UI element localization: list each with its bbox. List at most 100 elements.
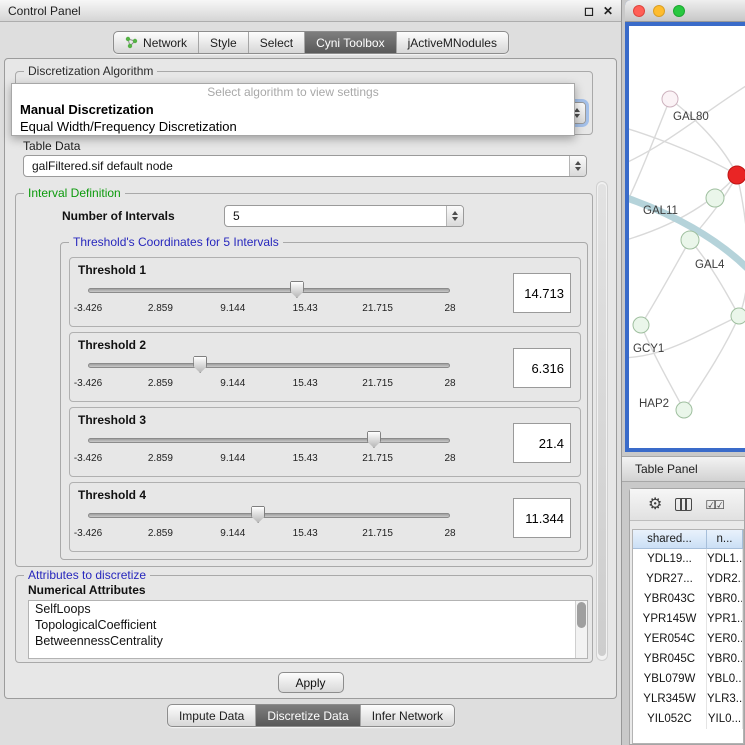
interval-definition-group: Interval Definition Number of Intervals … <box>15 193 593 567</box>
table-toolbar: ⚙ ☑☑ <box>630 489 744 521</box>
number-of-intervals-combobox[interactable]: 5 <box>224 205 464 227</box>
attributes-group-title: Attributes to discretize <box>24 568 150 582</box>
combo-arrows-icon <box>569 156 586 176</box>
node[interactable] <box>662 91 678 107</box>
table-row[interactable]: YBL079W YBL0... <box>633 669 743 689</box>
table-row[interactable]: YDL19... YDL1... <box>633 549 743 569</box>
list-item[interactable]: TopologicalCoefficient <box>29 617 587 633</box>
node[interactable] <box>676 402 692 418</box>
table-row[interactable]: YER054C YER0... <box>633 629 743 649</box>
list-item[interactable]: BetweennessCentrality <box>29 633 587 649</box>
control-panel-window: Control Panel ◻ ✕ Network Style Select <box>0 0 622 745</box>
network-icon <box>125 36 138 49</box>
threshold-2-box: Threshold 2 -3.426 2.859 9.144 15.43 21.… <box>69 332 581 402</box>
node[interactable] <box>706 189 724 207</box>
tab-jactivemodules[interactable]: jActiveMNodules <box>397 32 508 53</box>
tab-network-label: Network <box>143 36 187 50</box>
list-scrollbar[interactable] <box>575 601 587 658</box>
tab-style[interactable]: Style <box>199 32 249 53</box>
slider-thumb[interactable] <box>193 356 207 373</box>
algorithm-option-equal-width[interactable]: Equal Width/Frequency Discretization <box>12 118 574 135</box>
select-columns-icon[interactable]: ☑☑ <box>705 498 723 512</box>
panel-scrollbar[interactable] <box>596 181 608 661</box>
slider-track[interactable] <box>88 513 450 518</box>
tab-discretize-data[interactable]: Discretize Data <box>256 705 360 726</box>
network-window-titlebar <box>625 0 745 22</box>
gear-icon[interactable]: ⚙ <box>648 497 662 513</box>
tab-impute-data[interactable]: Impute Data <box>168 705 256 726</box>
slider-track[interactable] <box>88 363 450 368</box>
window-title: Control Panel <box>8 4 81 18</box>
close-traffic-light[interactable] <box>633 5 645 17</box>
node[interactable] <box>731 308 745 324</box>
close-window-icon[interactable]: ✕ <box>603 5 613 17</box>
table-header-row: shared... n... <box>633 530 743 549</box>
slider-tick-labels: -3.426 2.859 9.144 15.43 21.715 28 <box>88 528 450 541</box>
table-panel-window: ⚙ ☑☑ shared... n... YDL19... YDL1... YDR… <box>629 488 745 745</box>
tab-infer-network[interactable]: Infer Network <box>361 705 454 726</box>
cyni-toolbox-panel: Discretization Algorithm Select algorith… <box>4 58 617 699</box>
table-row[interactable]: YBR043C YBR0... <box>633 589 743 609</box>
slider-thumb[interactable] <box>251 506 265 523</box>
slider-thumb[interactable] <box>367 431 381 448</box>
threshold-1-slider[interactable] <box>88 282 450 298</box>
slider-tick-labels: -3.426 2.859 9.144 15.43 21.715 28 <box>88 378 450 391</box>
network-canvas[interactable]: GAL80 GAL11 GAL4 GCY1 HAP2 <box>629 26 745 448</box>
table-panel-title: Table Panel <box>635 462 698 476</box>
threshold-4-slider[interactable] <box>88 507 450 523</box>
thresholds-group: Threshold's Coordinates for 5 Intervals … <box>60 242 588 560</box>
minimize-traffic-light[interactable] <box>653 5 665 17</box>
cyni-bottom-tabs: Impute Data Discretize Data Infer Networ… <box>0 704 622 727</box>
node-attribute-table: shared... n... YDL19... YDL1... YDR27...… <box>632 529 744 744</box>
table-data-combobox[interactable]: galFiltered.sif default node <box>23 155 587 177</box>
tab-cyni-toolbox[interactable]: Cyni Toolbox <box>305 32 396 53</box>
table-panel-header: Table Panel <box>622 456 745 482</box>
node-label: HAP2 <box>639 398 669 410</box>
threshold-2-slider[interactable] <box>88 357 450 373</box>
table-row[interactable]: YLR345W YLR3... <box>633 689 743 709</box>
number-of-intervals-label: Number of Intervals <box>62 209 175 223</box>
list-item[interactable]: SelfLoops <box>29 601 587 617</box>
table-row[interactable]: YIL052C YIL0... <box>633 709 743 729</box>
columns-icon[interactable] <box>675 498 692 511</box>
control-panel-titlebar: Control Panel <box>0 0 621 22</box>
threshold-2-value-field[interactable]: 6.316 <box>513 348 571 388</box>
apply-button[interactable]: Apply <box>278 672 344 693</box>
panel-scrollbar-thumb[interactable] <box>598 184 606 656</box>
interval-definition-group-title: Interval Definition <box>24 186 125 200</box>
threshold-1-box: Threshold 1 -3.426 2.859 9.144 15.43 21.… <box>69 257 581 327</box>
threshold-3-box: Threshold 3 -3.426 2.859 9.144 15.43 21.… <box>69 407 581 477</box>
tab-select[interactable]: Select <box>249 32 305 53</box>
column-header[interactable]: n... <box>707 530 743 549</box>
slider-tick-labels: -3.426 2.859 9.144 15.43 21.715 28 <box>88 453 450 466</box>
numerical-attributes-list: SelfLoops TopologicalCoefficient Between… <box>28 600 588 659</box>
control-panel-tabs: Network Style Select Cyni Toolbox jActiv… <box>0 31 622 54</box>
list-scrollbar-thumb[interactable] <box>577 602 586 628</box>
slider-tick-labels: -3.426 2.859 9.144 15.43 21.715 28 <box>88 303 450 316</box>
node-label: GAL80 <box>673 111 709 123</box>
float-window-icon[interactable]: ◻ <box>584 5 594 17</box>
threshold-3-value-field[interactable]: 21.4 <box>513 423 571 463</box>
algorithm-option-manual[interactable]: Manual Discretization <box>12 101 574 118</box>
table-row[interactable]: YDR27... YDR2... <box>633 569 743 589</box>
zoom-traffic-light[interactable] <box>673 5 685 17</box>
slider-track[interactable] <box>88 438 450 443</box>
slider-thumb[interactable] <box>290 281 304 298</box>
column-header[interactable]: shared... <box>633 530 707 549</box>
selected-node[interactable] <box>728 166 745 184</box>
threshold-4-value-field[interactable]: 11.344 <box>513 498 571 538</box>
attributes-group: Attributes to discretize Numerical Attri… <box>15 575 593 663</box>
threshold-1-value-field[interactable]: 14.713 <box>513 273 571 313</box>
table-row[interactable]: YBR045C YBR0... <box>633 649 743 669</box>
table-row[interactable]: YPR145W YPR1... <box>633 609 743 629</box>
threshold-4-box: Threshold 4 -3.426 2.859 9.144 15.43 21.… <box>69 482 581 552</box>
node-label: GCY1 <box>633 343 664 355</box>
combo-arrows-icon <box>446 206 463 226</box>
algorithm-dropdown-popup: Select algorithm to view settings Manual… <box>11 83 575 136</box>
threshold-3-slider[interactable] <box>88 432 450 448</box>
tab-network[interactable]: Network <box>114 32 199 53</box>
node[interactable] <box>681 231 699 249</box>
table-data-label: Table Data <box>23 139 80 153</box>
slider-track[interactable] <box>88 288 450 293</box>
node[interactable] <box>633 317 649 333</box>
